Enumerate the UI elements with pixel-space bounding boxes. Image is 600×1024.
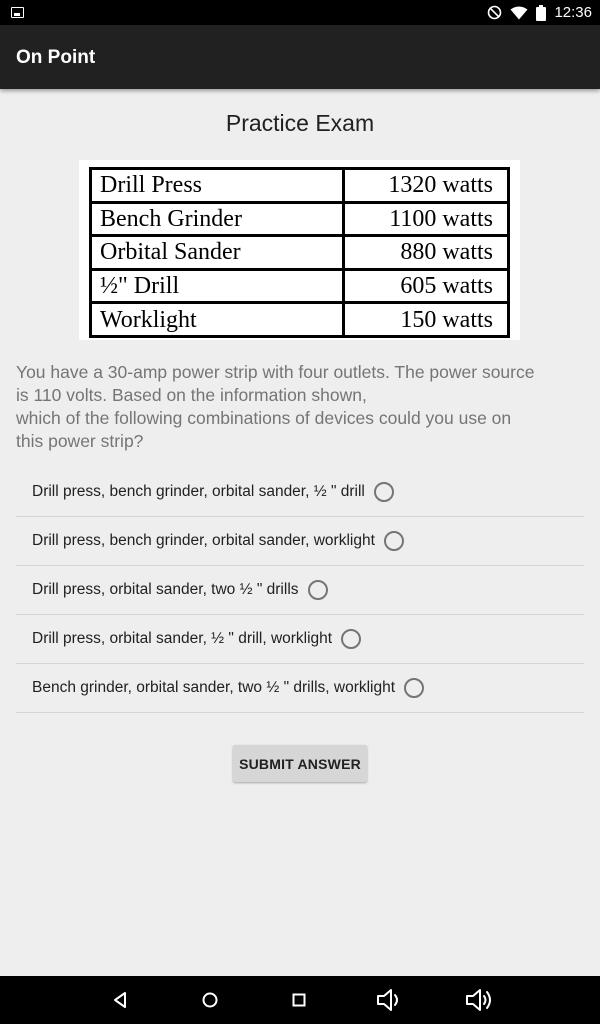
- navigation-bar: [0, 976, 600, 1024]
- recents-button[interactable]: [279, 976, 319, 1024]
- answer-option-label: Drill press, bench grinder, orbital sand…: [32, 483, 365, 500]
- answer-option-label: Drill press, bench grinder, orbital sand…: [32, 532, 375, 549]
- device-name-cell: Worklight: [89, 301, 345, 338]
- image-icon: [11, 7, 24, 18]
- volume-down-icon: [377, 989, 398, 1011]
- answer-option-5[interactable]: Bench grinder, orbital sander, two ½ " d…: [16, 664, 584, 713]
- radio-button[interactable]: [373, 482, 394, 502]
- wattage-table-row: Orbital Sander 880 watts: [89, 234, 510, 271]
- volume-up-button[interactable]: [460, 976, 500, 1024]
- wattage-cell: 880 watts: [342, 234, 510, 271]
- wattage-cell: 1100 watts: [342, 200, 510, 238]
- wattage-cell: 605 watts: [342, 267, 510, 305]
- volume-up-icon: [466, 989, 491, 1011]
- question-line: which of the following combinations of d…: [16, 408, 512, 428]
- question-text: You have a 30-amp power strip with four …: [16, 361, 584, 453]
- volume-down-button[interactable]: [370, 976, 410, 1024]
- wattage-table: Drill Press 1320 watts Bench Grinder 1100 w…: [89, 167, 510, 338]
- device-name-cell: Drill Press: [89, 167, 345, 204]
- wifi-icon: [510, 6, 528, 19]
- battery-icon: [536, 4, 547, 21]
- wattage-table-row: ½" Drill 605 watts: [89, 267, 510, 305]
- wattage-table-image: Drill Press 1320 watts Bench Grinder 1100 w…: [79, 160, 520, 340]
- home-icon: [202, 992, 218, 1008]
- content-area: Practice Exam Drill Press 1320 watts Bench…: [0, 89, 600, 976]
- app-title: On Point: [16, 47, 96, 68]
- radio-button[interactable]: [383, 531, 404, 551]
- status-icons: 12:36: [487, 0, 592, 25]
- question-line: You have a 30-amp power strip with four …: [16, 362, 535, 382]
- radio-button[interactable]: [307, 580, 328, 600]
- answer-options: Drill press, bench grinder, orbital sand…: [16, 468, 584, 713]
- back-button[interactable]: [100, 976, 140, 1024]
- recents-icon: [292, 993, 306, 1007]
- answer-option-label: Bench grinder, orbital sander, two ½ " d…: [32, 679, 396, 696]
- page-title: Practice Exam: [225, 110, 375, 136]
- status-bar: 12:36: [0, 0, 600, 25]
- status-time: 12:36: [554, 4, 592, 21]
- wattage-cell: 1320 watts: [342, 167, 510, 204]
- submit-answer-button[interactable]: SUBMIT ANSWER: [233, 745, 367, 782]
- app-bar: On Point: [0, 25, 600, 89]
- wattage-cell: 150 watts: [342, 301, 510, 338]
- device-name-cell: ½" Drill: [89, 267, 345, 305]
- question-line: this power strip?: [16, 431, 144, 451]
- back-icon: [114, 992, 126, 1008]
- answer-option-3[interactable]: Drill press, orbital sander, two ½ " dri…: [16, 566, 584, 615]
- answer-option-2[interactable]: Drill press, bench grinder, orbital sand…: [16, 517, 584, 566]
- answer-option-label: Drill press, orbital sander, ½ " drill, …: [32, 630, 333, 647]
- question-line: is 110 volts. Based on the information s…: [16, 385, 367, 405]
- radio-button[interactable]: [341, 629, 362, 649]
- wattage-table-row: Drill Press 1320 watts: [89, 167, 510, 204]
- do-not-disturb-icon: [488, 5, 502, 20]
- wattage-table-row: Bench Grinder 1100 watts: [89, 200, 510, 238]
- answer-option-4[interactable]: Drill press, orbital sander, ½ " drill, …: [16, 615, 584, 664]
- answer-option-1[interactable]: Drill press, bench grinder, orbital sand…: [16, 468, 584, 517]
- device-name-cell: Orbital Sander: [89, 234, 345, 271]
- radio-button[interactable]: [404, 678, 425, 698]
- device-name-cell: Bench Grinder: [89, 200, 345, 238]
- home-button[interactable]: [190, 976, 230, 1024]
- wattage-table-row: Worklight 150 watts: [89, 301, 510, 338]
- answer-option-label: Drill press, orbital sander, two ½ " dri…: [32, 581, 299, 598]
